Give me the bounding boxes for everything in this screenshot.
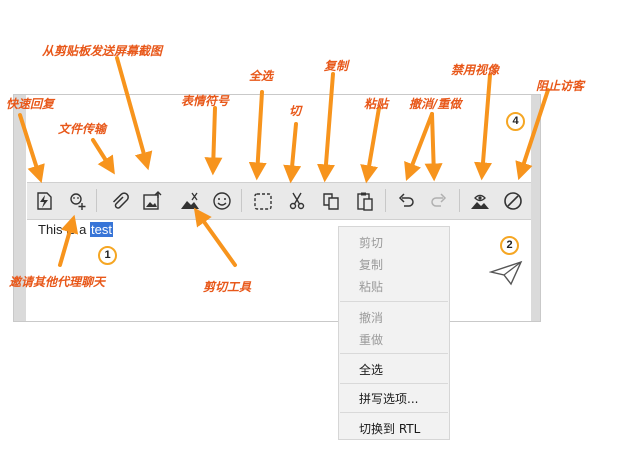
selected-text: test xyxy=(90,222,113,237)
menu-separator xyxy=(340,353,448,354)
context-menu: 剪切 复制 粘贴 撤消 重做 全选 拼写选项... 切换到 RTL xyxy=(338,226,450,440)
send-icon xyxy=(488,260,523,286)
disable-video-button[interactable] xyxy=(467,187,493,215)
callout-cut: 切 xyxy=(289,104,302,118)
select-all-button[interactable] xyxy=(250,187,276,215)
cut-icon xyxy=(289,192,305,210)
callout-emoji: 表情符号 xyxy=(181,94,230,108)
chat-toolbar xyxy=(27,182,531,220)
disable-video-icon xyxy=(471,194,489,209)
block-visitor-button[interactable] xyxy=(500,187,526,215)
emoji-icon xyxy=(213,192,231,210)
cut-button[interactable] xyxy=(284,187,310,215)
quick-reply-button[interactable] xyxy=(32,187,58,215)
screenshot-icon xyxy=(143,191,162,210)
toolbar-separator xyxy=(96,189,97,212)
toolbar-separator xyxy=(385,189,386,212)
snipping-tool-button[interactable] xyxy=(177,187,203,215)
callout-snipping-tool: 剪切工具 xyxy=(203,280,252,294)
callout-undo-redo: 撤消/重做 xyxy=(409,97,462,111)
invite-agent-icon xyxy=(70,193,86,210)
callout-block-visitor: 阻止访客 xyxy=(536,79,585,93)
quick-reply-icon xyxy=(37,192,52,210)
widget-right-scrollbar[interactable] xyxy=(531,95,540,321)
menu-separator xyxy=(340,383,448,384)
copy-icon xyxy=(323,193,339,210)
menu-item-redo[interactable]: 重做 xyxy=(359,331,383,348)
attach-file-button[interactable] xyxy=(106,187,132,215)
attach-file-icon xyxy=(112,192,129,209)
compose-text: This is a xyxy=(38,222,91,237)
menu-item-undo[interactable]: 撤消 xyxy=(359,309,383,326)
select-all-icon xyxy=(254,193,272,210)
callout-screenshot: 从剪贴板发送屏幕截图 xyxy=(42,44,163,58)
callout-copy: 复制 xyxy=(324,59,349,73)
callout-paste: 粘贴 xyxy=(364,97,389,111)
toolbar-separator xyxy=(459,189,460,212)
callout-quick-reply: 快速回复 xyxy=(6,97,55,111)
toolbar-separator xyxy=(241,189,242,212)
menu-item-switch-rtl[interactable]: 切换到 RTL xyxy=(359,420,420,437)
screenshot-button[interactable] xyxy=(139,187,165,215)
badge-4: 4 xyxy=(506,112,525,131)
menu-separator xyxy=(340,412,448,413)
redo-icon xyxy=(431,193,447,207)
paste-button[interactable] xyxy=(352,187,378,215)
copy-button[interactable] xyxy=(318,187,344,215)
send-button[interactable] xyxy=(488,260,523,290)
menu-separator xyxy=(340,301,448,302)
badge-1: 1 xyxy=(98,246,117,265)
menu-item-cut[interactable]: 剪切 xyxy=(359,234,383,251)
block-icon xyxy=(504,192,522,210)
menu-item-spelling-options[interactable]: 拼写选项... xyxy=(359,390,418,407)
callout-select-all: 全选 xyxy=(249,69,274,83)
emoji-button[interactable] xyxy=(209,187,235,215)
redo-button[interactable] xyxy=(426,187,452,215)
menu-item-select-all[interactable]: 全选 xyxy=(359,361,383,378)
undo-button[interactable] xyxy=(393,187,419,215)
menu-item-paste[interactable]: 粘贴 xyxy=(359,278,383,295)
badge-2: 2 xyxy=(500,236,519,255)
menu-item-copy[interactable]: 复制 xyxy=(359,256,383,273)
callout-disable-video: 禁用视像 xyxy=(451,63,500,77)
snipping-tool-icon xyxy=(181,192,199,209)
callout-file-transfer: 文件传输 xyxy=(58,122,107,136)
message-input[interactable]: This is a test xyxy=(38,222,113,237)
callout-invite-agent: 邀请其他代理聊天 xyxy=(9,275,106,289)
invite-agent-button[interactable] xyxy=(65,187,91,215)
undo-icon xyxy=(398,193,414,207)
paste-icon xyxy=(357,192,373,211)
